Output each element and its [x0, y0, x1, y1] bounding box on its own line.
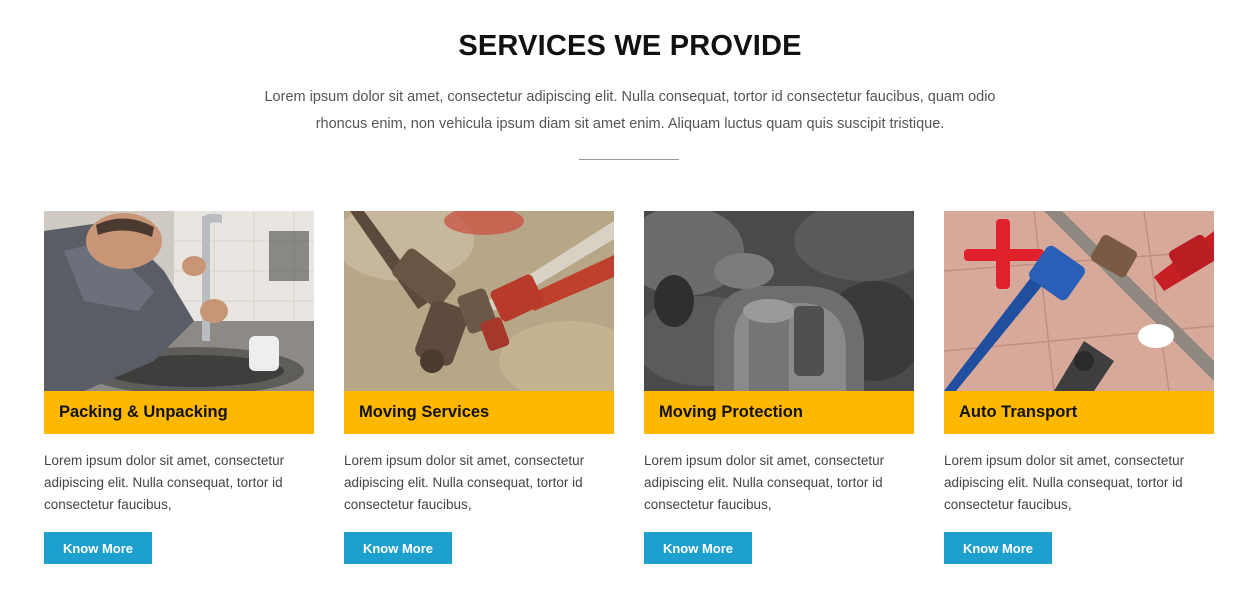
section-title: SERVICES WE PROVIDE	[458, 30, 802, 62]
service-title: Moving Protection	[659, 403, 803, 421]
know-more-button[interactable]: Know More	[944, 532, 1052, 564]
service-description: Lorem ipsum dolor sit amet, consectetur …	[44, 453, 285, 512]
title-divider	[579, 159, 679, 160]
service-title-bar: Packing & Unpacking	[44, 391, 314, 434]
service-description: Lorem ipsum dolor sit amet, consectetur …	[944, 453, 1185, 512]
know-more-button[interactable]: Know More	[644, 532, 752, 564]
know-more-button[interactable]: Know More	[44, 532, 152, 564]
service-card-packing: Packing & Unpacking Lorem ipsum dolor si…	[44, 211, 314, 571]
service-title: Packing & Unpacking	[59, 403, 228, 421]
pipe-wrenches-photo	[344, 211, 614, 391]
know-more-button[interactable]: Know More	[344, 532, 452, 564]
service-title-bar: Moving Protection	[644, 391, 914, 434]
service-title-bar: Auto Transport	[944, 391, 1214, 434]
service-card-moving: Moving Services Lorem ipsum dolor sit am…	[344, 211, 614, 571]
pipe-fittings-photo	[644, 211, 914, 391]
service-title: Auto Transport	[959, 403, 1078, 421]
plumber-fixing-faucet-photo	[44, 211, 314, 391]
service-card-protection: Moving Protection Lorem ipsum dolor sit …	[644, 211, 914, 571]
plumbing-tools-photo	[944, 211, 1214, 391]
service-description: Lorem ipsum dolor sit amet, consectetur …	[344, 453, 585, 512]
service-title: Moving Services	[359, 403, 490, 421]
section-intro: Lorem ipsum dolor sit amet, consectetur …	[264, 89, 996, 132]
service-description: Lorem ipsum dolor sit amet, consectetur …	[644, 453, 885, 512]
service-card-auto-transport: Auto Transport Lorem ipsum dolor sit ame…	[944, 211, 1214, 571]
service-title-bar: Moving Services	[344, 391, 614, 434]
